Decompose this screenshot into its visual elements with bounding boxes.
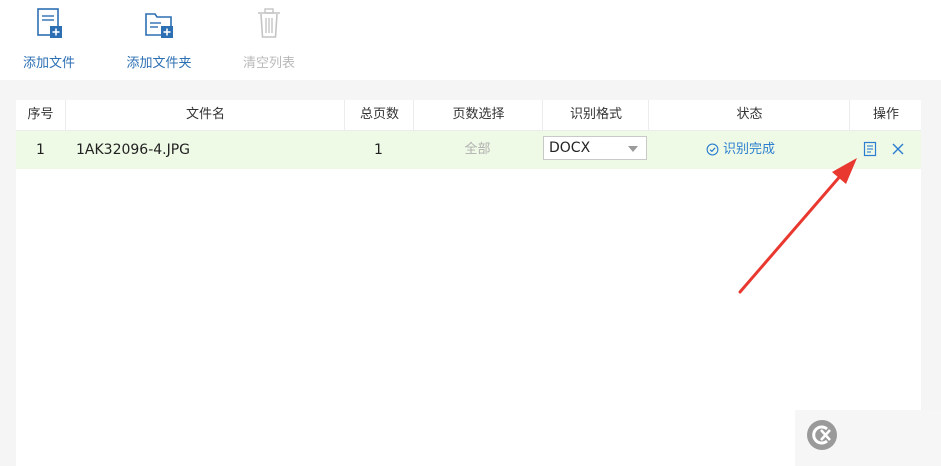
status-badge: 识别完成	[706, 131, 775, 169]
file-add-icon	[37, 8, 62, 38]
header-filename: 文件名	[65, 100, 345, 130]
header-index: 序号	[27, 107, 54, 122]
close-icon[interactable]	[890, 141, 906, 157]
add-file-button[interactable]: 添加文件	[14, 0, 84, 80]
page-select-control[interactable]: 全部	[413, 131, 542, 169]
table-header: 序号 文件名 总页数 页数选择 识别格式 状态 操作	[16, 100, 921, 131]
watermark	[795, 410, 941, 466]
header-status: 状态	[648, 100, 850, 130]
header-actions: 操作	[849, 100, 922, 130]
cell-filename: 1AK32096-4.JPG	[76, 142, 191, 158]
header-total-pages: 总页数	[344, 100, 414, 130]
file-list-panel: 序号 文件名 总页数 页数选择 识别格式 状态 操作 1 1AK32096-4.…	[16, 100, 921, 466]
toolbar: 添加文件 添加文件夹 清空列表	[0, 0, 941, 80]
caret-down-icon	[628, 146, 638, 152]
format-select[interactable]: DOCX	[543, 136, 647, 160]
cell-index: 1	[36, 142, 45, 158]
status-text: 识别完成	[723, 142, 776, 157]
add-folder-label: 添加文件夹	[126, 56, 192, 71]
check-circle-icon	[706, 143, 719, 156]
header-page-select: 页数选择	[413, 100, 543, 130]
format-select-value: DOCX	[549, 140, 591, 156]
folder-add-icon	[145, 13, 173, 38]
clear-list-label: 清空列表	[242, 56, 295, 71]
header-format: 识别格式	[542, 100, 649, 130]
cell-total-pages: 1	[374, 142, 383, 158]
watermark-logo-icon	[807, 420, 837, 450]
add-folder-button[interactable]: 添加文件夹	[124, 0, 194, 80]
add-file-label: 添加文件	[22, 56, 75, 71]
table-row[interactable]: 1 1AK32096-4.JPG 1 全部 DOCX 识别完成	[16, 131, 921, 169]
document-icon[interactable]	[862, 141, 878, 157]
clear-list-button[interactable]: 清空列表	[234, 0, 304, 80]
trash-icon	[258, 8, 280, 38]
